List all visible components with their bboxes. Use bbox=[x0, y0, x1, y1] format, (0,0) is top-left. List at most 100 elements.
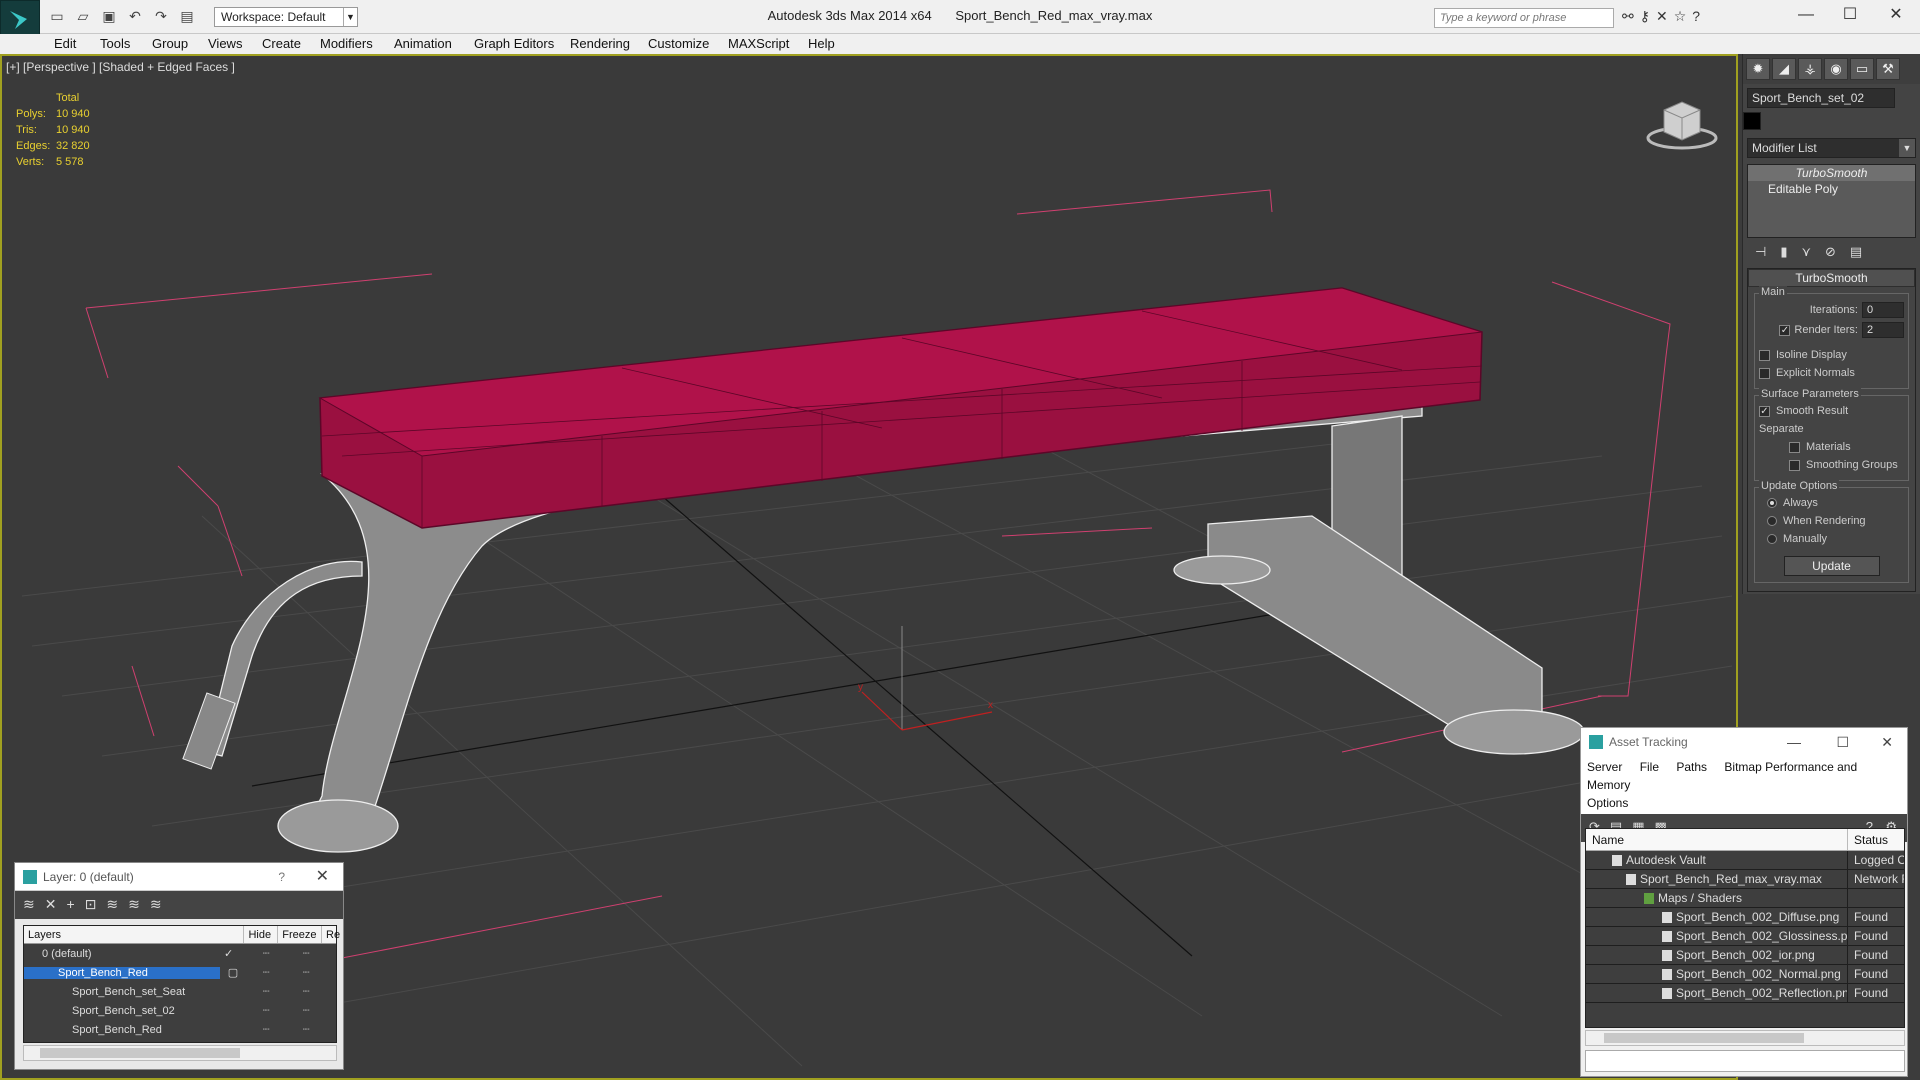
key-icon[interactable]: ⚷ bbox=[1640, 8, 1650, 25]
hierarchy-tab-icon[interactable]: ⚶ bbox=[1798, 58, 1822, 80]
table-row[interactable]: Sport_Bench_002_Diffuse.png Found bbox=[1586, 908, 1904, 927]
menu-file[interactable]: File bbox=[1640, 760, 1659, 774]
table-row[interactable]: Sport_Bench_set_Seat ┉ ┉ bbox=[24, 982, 336, 1001]
table-row[interactable]: Sport_Bench_Red ┉ ┉ bbox=[24, 1020, 336, 1039]
menu-graph-editors[interactable]: Graph Editors bbox=[474, 36, 554, 51]
delete-layer-icon[interactable]: ✕ bbox=[45, 896, 57, 914]
rollout-header[interactable]: TurboSmooth bbox=[1748, 269, 1915, 287]
close-icon[interactable]: ✕ bbox=[316, 863, 329, 891]
menu-group[interactable]: Group bbox=[152, 36, 188, 51]
hide-all-icon[interactable]: ≋ bbox=[128, 896, 140, 914]
create-tab-icon[interactable]: ✹ bbox=[1746, 58, 1770, 80]
motion-tab-icon[interactable]: ◉ bbox=[1824, 58, 1848, 80]
materials-checkbox[interactable] bbox=[1789, 441, 1800, 453]
horizontal-scrollbar[interactable] bbox=[23, 1045, 337, 1061]
isoline-display-checkbox[interactable] bbox=[1759, 349, 1770, 361]
configure-sets-icon[interactable]: ▤ bbox=[1850, 244, 1862, 260]
menu-bitmap-performance[interactable]: Bitmap Performance and Memory bbox=[1587, 760, 1857, 792]
modifier-stack: TurboSmooth Editable Poly bbox=[1747, 164, 1916, 238]
layer-toolbar: ≋ ✕ + ⊡ ≋ ≋ ≋ bbox=[15, 891, 343, 919]
exchange-icon[interactable]: ✕ bbox=[1656, 8, 1668, 25]
menu-views[interactable]: Views bbox=[208, 36, 242, 51]
menu-maxscript[interactable]: MAXScript bbox=[728, 36, 789, 51]
modify-tab-icon[interactable]: ◢ bbox=[1772, 58, 1796, 80]
menu-help[interactable]: Help bbox=[808, 36, 835, 51]
menu-tools[interactable]: Tools bbox=[100, 36, 130, 51]
close-button[interactable]: ✕ bbox=[1876, 4, 1916, 26]
menu-options[interactable]: Options bbox=[1587, 796, 1628, 810]
stack-item-editable-poly[interactable]: Editable Poly bbox=[1748, 181, 1915, 197]
menu-create[interactable]: Create bbox=[262, 36, 301, 51]
add-to-layer-icon[interactable]: + bbox=[66, 896, 74, 914]
table-row[interactable]: Maps / Shaders bbox=[1586, 889, 1904, 908]
chevron-down-icon: ▼ bbox=[1899, 139, 1915, 157]
show-end-result-icon[interactable]: ▮ bbox=[1780, 244, 1787, 260]
remove-modifier-icon[interactable]: ⊘ bbox=[1825, 244, 1836, 260]
iterations-spinner[interactable]: 0 bbox=[1862, 302, 1904, 318]
pin-stack-icon[interactable]: ⊣ bbox=[1755, 244, 1766, 260]
minimize-button[interactable]: — bbox=[1786, 4, 1826, 26]
table-row[interactable]: Sport_Bench_Red_max_vray.max Network F bbox=[1586, 870, 1904, 889]
table-row[interactable]: Sport_Bench_002_Reflection.png Found bbox=[1586, 984, 1904, 1003]
modifier-list-dropdown[interactable]: Modifier List ▼ bbox=[1747, 138, 1916, 158]
maximize-button[interactable]: ☐ bbox=[1830, 4, 1870, 26]
smoothing-groups-checkbox[interactable] bbox=[1789, 459, 1800, 471]
open-file-icon[interactable]: ▱ bbox=[72, 7, 94, 25]
menu-animation[interactable]: Animation bbox=[394, 36, 452, 51]
search-input[interactable]: Type a keyword or phrase bbox=[1434, 8, 1614, 28]
undo-icon[interactable]: ↶ bbox=[124, 7, 146, 25]
make-unique-icon[interactable]: ⋎ bbox=[1801, 244, 1811, 260]
star-icon[interactable]: ☆ bbox=[1674, 8, 1687, 25]
minimize-button[interactable]: — bbox=[1787, 728, 1801, 756]
stack-item-turbosmooth[interactable]: TurboSmooth bbox=[1748, 165, 1915, 181]
menu-modifiers[interactable]: Modifiers bbox=[320, 36, 373, 51]
binoculars-icon[interactable]: ⚯ bbox=[1622, 8, 1634, 25]
viewport-label[interactable]: [+] [Perspective ] [Shaded + Edged Faces… bbox=[6, 60, 235, 74]
table-row[interactable]: Autodesk Vault Logged O bbox=[1586, 851, 1904, 870]
redo-icon[interactable]: ↷ bbox=[150, 7, 172, 25]
max-logo-icon bbox=[10, 11, 27, 29]
display-tab-icon[interactable]: ▭ bbox=[1850, 58, 1874, 80]
table-row[interactable]: Sport_Bench_002_Normal.png Found bbox=[1586, 965, 1904, 984]
help-icon[interactable]: ? bbox=[1692, 8, 1700, 25]
project-folder-icon[interactable]: ▤ bbox=[176, 7, 198, 25]
menu-rendering[interactable]: Rendering bbox=[570, 36, 630, 51]
new-file-icon[interactable]: ▭ bbox=[46, 7, 68, 25]
horizontal-scrollbar[interactable] bbox=[1585, 1030, 1905, 1046]
table-row[interactable]: Sport_Bench_002_ior.png Found bbox=[1586, 946, 1904, 965]
menu-customize[interactable]: Customize bbox=[648, 36, 709, 51]
table-row[interactable]: 0 (default) ✓ ┉ ┉ bbox=[24, 944, 336, 963]
object-name-field[interactable]: Sport_Bench_set_02 bbox=[1747, 88, 1895, 108]
workspace-dropdown[interactable]: Workspace: Default ▼ bbox=[214, 7, 358, 27]
explicit-normals-checkbox[interactable] bbox=[1759, 367, 1770, 379]
menu-paths[interactable]: Paths bbox=[1676, 760, 1707, 774]
table-row[interactable]: Sport_Bench_Red ▢ ┉ ┉ bbox=[24, 963, 336, 982]
menu-edit[interactable]: Edit bbox=[54, 36, 76, 51]
render-iters-checkbox[interactable]: ✓ bbox=[1779, 324, 1791, 336]
asset-tracking-window: Asset Tracking — ☐ ✕ Server File Paths B… bbox=[1580, 727, 1908, 1077]
infocenter-toolbar: ⚯ ⚷ ✕ ☆ ? bbox=[1622, 8, 1700, 25]
when-rendering-radio[interactable] bbox=[1767, 516, 1777, 526]
object-color-swatch[interactable] bbox=[1743, 112, 1761, 130]
new-layer-icon[interactable]: ≋ bbox=[23, 896, 35, 914]
maximize-button[interactable]: ☐ bbox=[1836, 728, 1849, 756]
close-button[interactable]: ✕ bbox=[1881, 728, 1893, 756]
highlight-layer-icon[interactable]: ≋ bbox=[106, 896, 118, 914]
menu-server[interactable]: Server bbox=[1587, 760, 1622, 774]
save-file-icon[interactable]: ▣ bbox=[98, 7, 120, 25]
utilities-tab-icon[interactable]: ⚒ bbox=[1876, 58, 1900, 80]
surface-parameters-group: Surface Parameters ✓ Smooth Result Separa… bbox=[1754, 388, 1909, 481]
help-icon[interactable]: ? bbox=[278, 863, 285, 891]
command-panel-tabs: ✹ ◢ ⚶ ◉ ▭ ⚒ bbox=[1743, 54, 1920, 84]
table-row[interactable]: Sport_Bench_002_Glossiness.png Found bbox=[1586, 927, 1904, 946]
table-row[interactable]: Sport_Bench_set_02 ┉ ┉ bbox=[24, 1001, 336, 1020]
smooth-result-checkbox[interactable]: ✓ bbox=[1759, 405, 1770, 417]
always-radio[interactable] bbox=[1767, 498, 1777, 508]
render-iters-spinner[interactable]: 2 bbox=[1862, 322, 1904, 338]
image-file-icon bbox=[1662, 912, 1672, 924]
select-objects-icon[interactable]: ⊡ bbox=[85, 896, 97, 914]
viewcube-icon[interactable] bbox=[1642, 86, 1722, 156]
freeze-all-icon[interactable]: ≋ bbox=[150, 896, 162, 914]
manually-radio[interactable] bbox=[1767, 534, 1777, 544]
update-button[interactable]: Update bbox=[1783, 556, 1880, 576]
